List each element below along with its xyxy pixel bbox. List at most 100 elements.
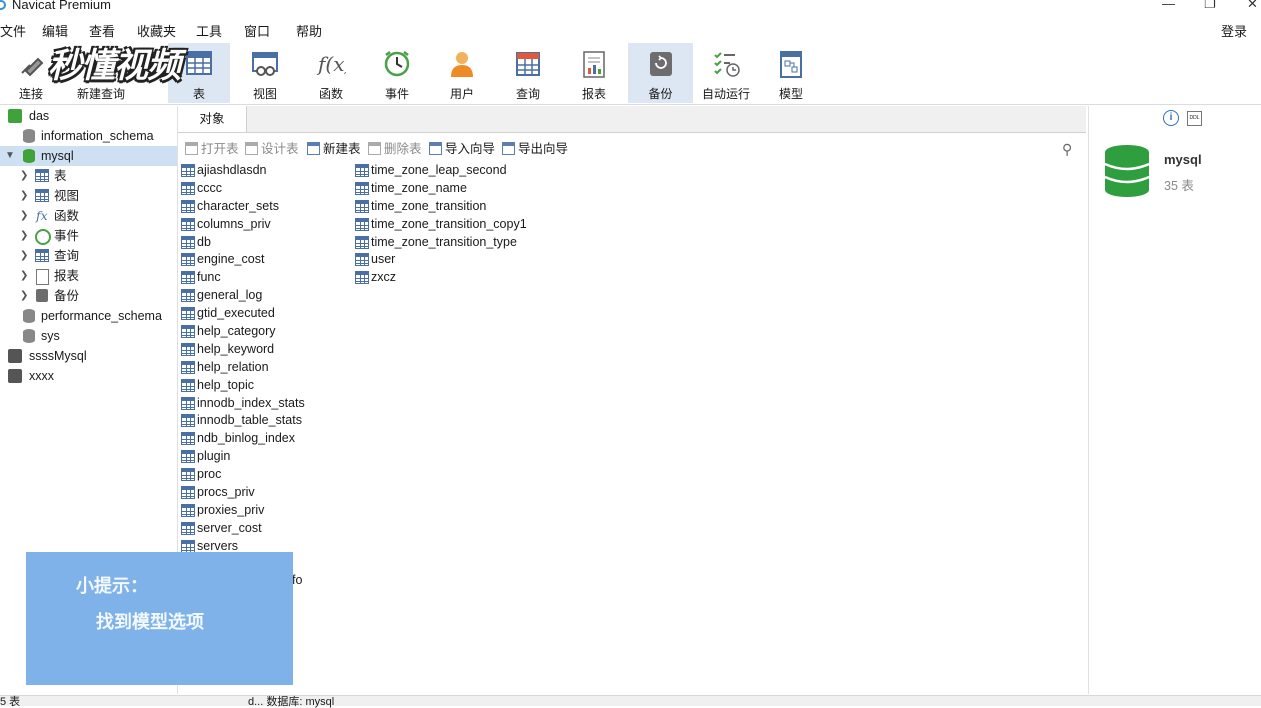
tree-node-information-schema[interactable]: information_schema — [0, 126, 177, 146]
table-row[interactable]: server_cost — [180, 520, 350, 538]
table-row[interactable]: engine_cost — [180, 251, 350, 269]
table-row[interactable]: help_keyword — [180, 341, 350, 359]
delete-table-button[interactable]: 删除表 — [368, 138, 422, 160]
info-icon[interactable]: i — [1163, 110, 1179, 126]
table-row[interactable]: time_zone_transition — [354, 198, 554, 216]
ddl-icon[interactable]: DDL — [1187, 111, 1202, 126]
chevron-right-icon[interactable]: ❯ — [20, 246, 28, 266]
tree-node-functions[interactable]: ❯ fx 函数 — [0, 206, 177, 226]
table-row[interactable]: ndb_binlog_index — [180, 430, 350, 448]
tree-node-mysql[interactable]: ▼ mysql — [0, 146, 177, 166]
status-bar: 5 表 d... 数据库: mysql — [0, 695, 1261, 708]
view-icon — [35, 189, 49, 202]
report-button[interactable]: 报表 — [563, 43, 625, 103]
table-row[interactable]: time_zone_leap_second — [354, 162, 554, 180]
tab-objects[interactable]: 对象 — [178, 106, 247, 132]
tree-node-ssssmysql[interactable]: ssssMysql — [0, 346, 177, 366]
login-link[interactable]: 登录 — [1221, 21, 1247, 40]
table-row[interactable]: general_log — [180, 287, 350, 305]
table-row[interactable]: func — [180, 269, 350, 287]
chevron-right-icon[interactable]: ❯ — [20, 166, 28, 186]
table-row[interactable]: character_sets — [180, 198, 350, 216]
tree-node-das[interactable]: das — [0, 106, 177, 126]
table-icon — [181, 432, 195, 446]
table-name: engine_cost — [197, 252, 265, 267]
open-table-button[interactable]: 打开表 — [185, 138, 239, 160]
table-row[interactable]: innodb_index_stats — [180, 395, 350, 413]
tree-node-events[interactable]: ❯ 事件 — [0, 226, 177, 246]
table-name: zxcz — [371, 270, 396, 285]
table-row[interactable]: help_topic — [180, 377, 350, 395]
table-row[interactable]: help_relation — [180, 359, 350, 377]
tree-node-queries[interactable]: ❯ 查询 — [0, 246, 177, 266]
table-icon — [355, 164, 369, 177]
table-row[interactable]: innodb_table_stats — [180, 412, 350, 430]
event-button[interactable]: 事件 — [366, 43, 428, 103]
table-name: proxies_priv — [197, 502, 265, 517]
menu-help[interactable]: 帮助 — [296, 21, 322, 40]
table-name: time_zone_transition_copy1 — [371, 216, 527, 231]
new-table-button[interactable]: 新建表 — [307, 138, 361, 160]
table-row[interactable]: ajiashdlasdn — [180, 162, 350, 180]
query-button[interactable]: 查询 — [497, 43, 559, 103]
table-row[interactable]: user — [354, 251, 554, 269]
status-table-count: 5 表 — [0, 696, 21, 708]
table-name: time_zone_transition_type — [371, 234, 517, 249]
chevron-right-icon[interactable]: ❯ — [20, 266, 28, 286]
chevron-down-icon[interactable]: ▼ — [5, 146, 15, 166]
tree-node-sys[interactable]: sys — [0, 326, 177, 346]
tree-node-performance-schema[interactable]: performance_schema — [0, 306, 177, 326]
function-icon: fx — [36, 208, 48, 223]
status-database: d... 数据库: mysql — [248, 696, 335, 708]
tree-node-views[interactable]: ❯ 视图 — [0, 186, 177, 206]
import-wizard-button[interactable]: 导入向导 — [429, 138, 495, 160]
table-row[interactable]: plugin — [180, 448, 350, 466]
table-row[interactable]: time_zone_transition_copy1 — [354, 216, 554, 234]
chevron-right-icon[interactable]: ❯ — [20, 286, 28, 306]
design-table-button[interactable]: 设计表 — [245, 138, 299, 160]
view-button[interactable]: 视图 — [234, 43, 296, 103]
model-button[interactable]: 模型 — [760, 43, 822, 103]
table-row[interactable]: proc — [180, 466, 350, 484]
table-name: innodb_table_stats — [197, 413, 302, 428]
partial-table-name: fo — [292, 573, 303, 587]
search-icon[interactable]: ⚲ — [1062, 138, 1072, 160]
export-wizard-button[interactable]: 导出向导 — [502, 138, 568, 160]
table-row[interactable]: procs_priv — [180, 484, 350, 502]
restore-button[interactable]: ❐ — [1204, 0, 1216, 12]
table-name: ajiashdlasdn — [197, 163, 267, 177]
table-icon — [181, 325, 195, 339]
table-icon — [181, 378, 195, 392]
table-icon — [355, 181, 369, 195]
chevron-right-icon[interactable]: ❯ — [20, 206, 28, 226]
table-row[interactable]: zxcz — [354, 269, 554, 287]
close-button[interactable]: ✕ — [1247, 0, 1258, 12]
chevron-right-icon[interactable]: ❯ — [20, 186, 28, 206]
table-icon — [181, 253, 195, 267]
tree-node-reports[interactable]: ❯ 报表 — [0, 266, 177, 286]
automation-button[interactable]: 自动运行 — [695, 43, 757, 103]
table-row[interactable]: gtid_executed — [180, 305, 350, 323]
chevron-right-icon[interactable]: ❯ — [20, 226, 28, 246]
table-name: server_cost — [197, 520, 262, 535]
table-row[interactable]: db — [180, 234, 350, 252]
query-icon — [35, 249, 49, 262]
function-button[interactable]: f(x) 函数 — [300, 43, 362, 103]
backup-button[interactable]: 备份 — [628, 43, 693, 103]
tree-node-backups[interactable]: ❯ 备份 — [0, 286, 177, 306]
table-row[interactable]: time_zone_name — [354, 180, 554, 198]
tree-node-tables[interactable]: ❯ 表 — [0, 166, 177, 186]
table-row[interactable]: proxies_priv — [180, 502, 350, 520]
menu-window[interactable]: 窗口 — [244, 21, 270, 40]
table-row[interactable]: columns_priv — [180, 216, 350, 234]
table-icon — [355, 253, 369, 267]
table-row[interactable]: time_zone_transition_type — [354, 234, 554, 252]
table-row[interactable]: help_category — [180, 323, 350, 341]
title-bar: Navicat Premium — ❐ ✕ — [0, 0, 1261, 14]
table-icon — [181, 235, 195, 249]
tree-node-xxxx[interactable]: xxxx — [0, 366, 177, 386]
table-row[interactable]: cccc — [180, 180, 350, 198]
minimize-button[interactable]: — — [1162, 0, 1175, 11]
view-icon — [252, 52, 278, 76]
user-button[interactable]: 用户 — [431, 43, 493, 103]
